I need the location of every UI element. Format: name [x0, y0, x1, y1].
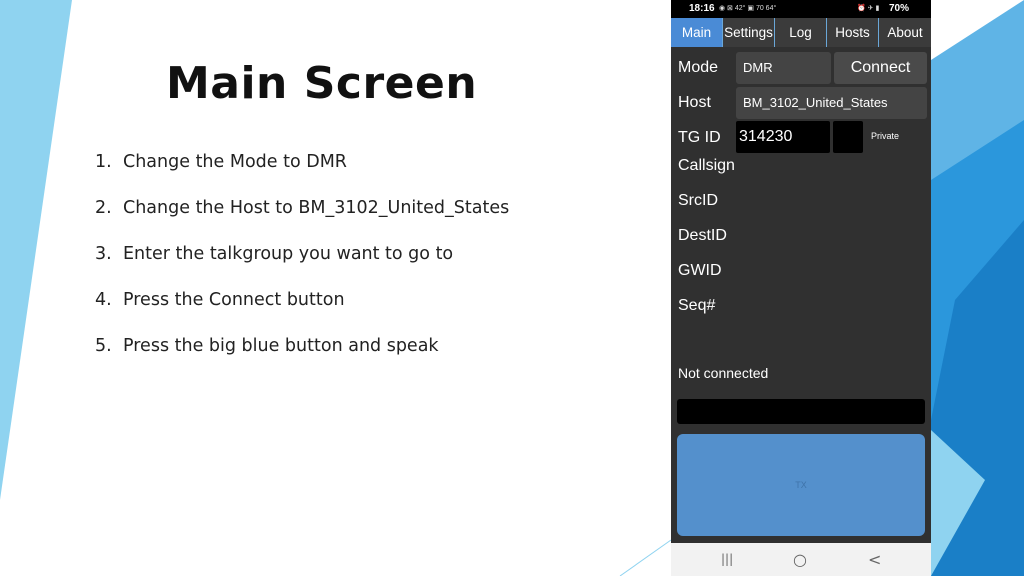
home-icon[interactable]: ○: [793, 550, 807, 569]
tab-about[interactable]: About: [879, 18, 931, 47]
phone-screenshot: 18:16 ◉ ⊠ 42° ▣ 70 64° ⏰ ✈ ▮ 70% Main Se…: [671, 0, 931, 576]
step-text: Press the Connect button: [123, 290, 345, 310]
left-decoration: [0, 0, 72, 500]
slide: Main Screen 1. Change the Mode to DMR 2. C…: [0, 0, 1024, 576]
tab-bar: Main Settings Log Hosts About: [671, 18, 931, 47]
step-item: 3. Enter the talkgroup you want to go to: [95, 244, 509, 290]
step-item: 5. Press the big blue button and speak: [95, 336, 509, 382]
slide-title: Main Screen: [166, 58, 478, 109]
tx-button[interactable]: TX: [677, 434, 925, 536]
private-label: Private: [871, 131, 900, 141]
connect-button[interactable]: Connect: [834, 52, 927, 84]
step-number: 1.: [95, 152, 112, 172]
step-text: Press the big blue button and speak: [123, 336, 439, 356]
status-display-bar: [677, 399, 925, 424]
android-nav-bar: ||| ○ <: [671, 543, 931, 576]
recents-icon[interactable]: |||: [721, 552, 733, 566]
private-checkbox[interactable]: [833, 121, 863, 153]
step-number: 5.: [95, 336, 112, 356]
steps-list: 1. Change the Mode to DMR 2. Change the Ho…: [95, 152, 509, 382]
step-number: 3.: [95, 244, 112, 264]
mode-label: Mode: [678, 59, 719, 76]
callsign-label: Callsign: [678, 157, 735, 174]
seq-label: Seq#: [678, 297, 716, 314]
tab-hosts[interactable]: Hosts: [827, 18, 879, 47]
step-item: 2. Change the Host to BM_3102_United_Stat…: [95, 198, 509, 244]
tab-main[interactable]: Main: [671, 18, 723, 47]
step-number: 4.: [95, 290, 112, 310]
step-text: Change the Mode to DMR: [123, 152, 347, 172]
step-text: Change the Host to BM_3102_United_States: [123, 198, 510, 218]
tab-log[interactable]: Log: [775, 18, 827, 47]
tab-settings[interactable]: Settings: [723, 18, 775, 47]
step-text: Enter the talkgroup you want to go to: [123, 244, 454, 264]
host-select[interactable]: BM_3102_United_States: [736, 87, 927, 119]
srcid-label: SrcID: [678, 192, 718, 209]
step-item: 1. Change the Mode to DMR: [95, 152, 509, 198]
system-icons: ⏰ ✈ ▮: [857, 5, 880, 12]
tgid-label: TG ID: [678, 129, 721, 146]
step-item: 4. Press the Connect button: [95, 290, 509, 336]
back-icon[interactable]: <: [868, 550, 881, 569]
destid-label: DestID: [678, 227, 727, 244]
notification-icons: ◉ ⊠ 42° ▣ 70 64°: [719, 5, 777, 12]
mode-select[interactable]: DMR: [736, 52, 831, 84]
step-number: 2.: [95, 198, 112, 218]
battery-level: 70%: [889, 3, 910, 14]
tgid-input[interactable]: 314230: [736, 121, 830, 153]
connection-status: Not connected: [678, 365, 769, 381]
host-label: Host: [678, 94, 711, 111]
gwid-label: GWID: [678, 262, 722, 279]
status-time: 18:16: [689, 3, 715, 14]
status-bar: 18:16 ◉ ⊠ 42° ▣ 70 64° ⏰ ✈ ▮ 70%: [671, 0, 931, 18]
bottom-deco-line: [619, 539, 672, 576]
